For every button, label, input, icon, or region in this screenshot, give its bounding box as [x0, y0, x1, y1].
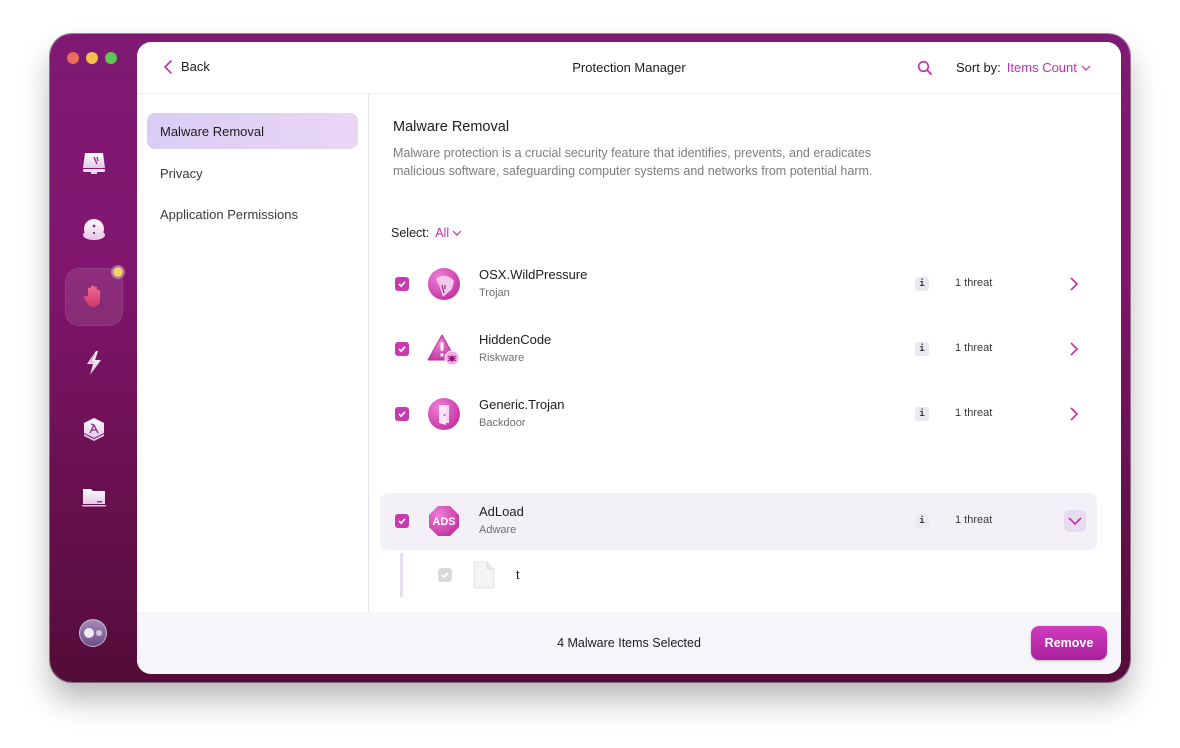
threat-type: Trojan — [479, 287, 510, 299]
select-control: Select: All — [391, 226, 462, 240]
expand-button[interactable] — [1064, 339, 1084, 359]
chevron-right-icon — [1070, 277, 1078, 291]
sort-control: Sort by: Items Count — [956, 60, 1091, 75]
app-navigation-rail — [50, 34, 136, 682]
select-label: Select: — [391, 226, 430, 240]
main-panel: Back Protection Manager Sort by: Items C… — [137, 42, 1121, 674]
threat-type: Adware — [479, 524, 517, 536]
document-file-icon — [473, 561, 495, 589]
chevron-right-icon — [1070, 342, 1078, 356]
file-name: t — [516, 568, 520, 582]
threat-row[interactable]: HiddenCode Riskware i 1 threat — [380, 321, 1097, 378]
checkmark-icon — [398, 281, 406, 288]
sidebar-item-application-permissions[interactable]: Application Permissions — [147, 196, 358, 232]
checkmark-icon — [398, 518, 406, 525]
sidebar-item-privacy[interactable]: Privacy — [147, 155, 358, 191]
info-button[interactable]: i — [915, 514, 929, 528]
sort-label: Sort by: — [956, 60, 1001, 75]
ads-icon-text: ADS — [432, 516, 455, 528]
expand-button[interactable] — [1064, 404, 1084, 424]
sidebar-item-label: Privacy — [160, 165, 203, 181]
cleanup-monitor-icon — [83, 153, 105, 174]
threat-name: HiddenCode — [479, 332, 552, 347]
threat-file-row[interactable]: t — [400, 553, 1090, 597]
checkmark-icon — [441, 572, 449, 579]
section-description: Malware protection is a crucial security… — [393, 146, 873, 178]
info-button[interactable]: i — [915, 342, 929, 356]
rail-item-protection[interactable] — [65, 201, 123, 259]
remove-button[interactable]: Remove — [1031, 626, 1107, 660]
threat-count: 1 threat — [955, 407, 993, 419]
trojan-horse-icon — [428, 268, 460, 300]
assistant-icon — [84, 628, 94, 638]
threat-name: AdLoad — [479, 504, 524, 519]
action-footer: 4 Malware Items Selected Remove — [137, 612, 1121, 674]
protection-disc-icon — [83, 219, 105, 240]
threat-name: OSX.WildPressure — [479, 267, 588, 282]
threat-count: 1 threat — [955, 342, 993, 354]
applications-icon — [84, 418, 104, 441]
notification-badge — [111, 265, 125, 279]
selection-status: 4 Malware Items Selected — [557, 636, 701, 650]
backdoor-door-icon — [428, 398, 460, 430]
search-icon[interactable] — [917, 60, 933, 76]
sort-value: Items Count — [1006, 60, 1077, 75]
toolbar: Back Protection Manager Sort by: Items C… — [137, 42, 1121, 94]
info-button[interactable]: i — [915, 407, 929, 421]
threat-checkbox[interactable] — [395, 277, 409, 291]
chevron-down-icon — [1068, 517, 1082, 525]
checkmark-icon — [398, 346, 406, 353]
select-dropdown[interactable]: All — [435, 226, 462, 240]
malware-content: Malware Removal Malware protection is a … — [370, 94, 1121, 612]
rail-item-cleanup[interactable] — [65, 134, 123, 192]
info-button[interactable]: i — [915, 277, 929, 291]
threat-count: 1 threat — [955, 277, 993, 289]
rail-item-performance[interactable] — [65, 334, 123, 392]
threat-checkbox[interactable] — [395, 342, 409, 356]
threat-row[interactable]: Generic.Trojan Backdoor i 1 threat — [380, 386, 1097, 443]
sidebar-item-label: Malware Removal — [160, 123, 265, 139]
collapse-button[interactable] — [1064, 510, 1086, 532]
category-sidebar: Malware Removal Privacy Application Perm… — [137, 94, 369, 612]
file-checkbox-disabled — [438, 568, 452, 582]
tree-line — [400, 553, 403, 597]
rail-item-applications[interactable] — [65, 401, 123, 459]
select-value: All — [435, 226, 450, 240]
hand-stop-icon — [83, 285, 100, 307]
threat-type: Riskware — [479, 352, 525, 364]
section-title: Malware Removal — [393, 119, 510, 135]
sort-dropdown[interactable]: Items Count — [1007, 60, 1091, 75]
threat-name: Generic.Trojan — [479, 397, 565, 412]
assistant-button[interactable] — [79, 619, 107, 647]
ads-stop-icon: ADS — [429, 506, 459, 536]
checkmark-icon — [398, 411, 406, 418]
chevron-down-icon — [1081, 65, 1091, 71]
threat-row[interactable]: OSX.WildPressure Trojan i 1 threat — [380, 256, 1097, 313]
sidebar-item-label: Application Permissions — [160, 206, 299, 222]
threat-type: Backdoor — [479, 417, 526, 429]
warning-bug-icon — [427, 334, 460, 366]
rail-item-files[interactable] — [65, 467, 123, 525]
threat-checkbox[interactable] — [395, 407, 409, 421]
chevron-down-icon — [452, 230, 462, 236]
rail-item-protection-manager[interactable] — [65, 265, 125, 326]
sidebar-item-malware-removal[interactable]: Malware Removal — [147, 113, 358, 149]
threat-row-expanded[interactable]: ADS AdLoad Adware i 1 threat — [380, 493, 1097, 550]
chevron-right-icon — [1070, 407, 1078, 421]
threat-count: 1 threat — [955, 514, 993, 526]
threat-checkbox[interactable] — [395, 514, 409, 528]
lightning-speed-icon — [87, 351, 101, 375]
expand-button[interactable] — [1064, 274, 1084, 294]
folder-icon — [82, 489, 106, 507]
